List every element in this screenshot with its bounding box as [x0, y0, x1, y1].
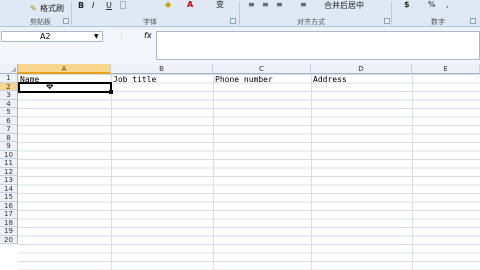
row-header-1[interactable]: 1: [0, 74, 18, 83]
formula-separator-icon: ⋮: [118, 33, 125, 41]
column-header-d[interactable]: D: [311, 64, 412, 74]
row-header-11[interactable]: 11: [0, 159, 18, 168]
group-label-font: 字体: [143, 18, 157, 26]
group-label-number: 数字: [431, 18, 445, 26]
row-header-17[interactable]: 17: [0, 210, 18, 219]
ribbon-divider: [391, 2, 392, 25]
row-header-8[interactable]: 8: [0, 133, 18, 142]
merge-center-button[interactable]: 合并后居中: [324, 1, 364, 10]
cell-b1[interactable]: Job title: [113, 75, 156, 84]
column-header-a[interactable]: A: [18, 64, 111, 74]
row-header-7[interactable]: 7: [0, 125, 18, 134]
row-header-9[interactable]: 9: [0, 142, 18, 151]
insert-function-button[interactable]: fx: [144, 31, 152, 40]
format-painter-button[interactable]: 格式刷: [40, 4, 64, 13]
font-launcher-icon[interactable]: [230, 18, 236, 24]
bold-button[interactable]: B: [78, 1, 84, 10]
ribbon-divider: [239, 2, 240, 25]
formula-input[interactable]: [156, 31, 480, 60]
cell-cursor-icon: ✥: [46, 82, 54, 92]
cell-gridlines: [18, 74, 480, 270]
active-cell-a2[interactable]: [18, 82, 113, 94]
percent-button[interactable]: %: [428, 0, 436, 9]
row-header-14[interactable]: 14: [0, 184, 18, 193]
align-left-icon[interactable]: ≡: [248, 0, 255, 9]
column-header-c[interactable]: C: [213, 64, 311, 74]
row-header-12[interactable]: 12: [0, 167, 18, 176]
align-right-icon[interactable]: ≡: [276, 0, 283, 9]
alignment-launcher-icon[interactable]: [384, 18, 390, 24]
fill-color-icon[interactable]: ◆: [165, 0, 171, 9]
ribbon-divider: [71, 2, 72, 25]
cell-d1[interactable]: Address: [313, 75, 347, 84]
group-label-clipboard: 剪贴板: [30, 18, 51, 26]
row-header-10[interactable]: 10: [0, 150, 18, 159]
row-header-4[interactable]: 4: [0, 99, 18, 108]
indent-icon[interactable]: ≡: [300, 0, 307, 9]
underline-button[interactable]: U: [106, 1, 112, 10]
phonetic-button[interactable]: 变: [216, 0, 224, 9]
borders-icon[interactable]: [120, 1, 126, 9]
row-header-5[interactable]: 5: [0, 108, 18, 117]
row-header-16[interactable]: 16: [0, 201, 18, 210]
column-header-e[interactable]: E: [412, 64, 480, 74]
row-header-19[interactable]: 19: [0, 227, 18, 236]
group-label-alignment: 对齐方式: [297, 18, 325, 26]
ribbon: ✎ 格式刷 B I U ◆ A 变 ≡ ≡ ≡ ≡ 合并后居中 $ % , 剪贴…: [0, 0, 480, 27]
name-box-value: A2: [40, 32, 51, 41]
row-header-15[interactable]: 15: [0, 193, 18, 202]
currency-button[interactable]: $: [404, 0, 410, 9]
cell-grid[interactable]: [18, 74, 480, 270]
chevron-down-icon[interactable]: ▼: [94, 32, 99, 42]
align-center-icon[interactable]: ≡: [262, 0, 269, 9]
format-painter-icon[interactable]: ✎: [30, 4, 37, 13]
font-color-button[interactable]: A: [187, 0, 193, 9]
column-header-b[interactable]: B: [111, 64, 213, 74]
fill-handle[interactable]: [109, 90, 113, 94]
row-header-2[interactable]: 2: [0, 82, 18, 91]
row-header-6[interactable]: 6: [0, 116, 18, 125]
clipboard-launcher-icon[interactable]: [63, 18, 69, 24]
name-box[interactable]: A2 ▼: [1, 31, 103, 42]
row-header-13[interactable]: 13: [0, 176, 18, 185]
cell-c1[interactable]: Phone number: [215, 75, 273, 84]
comma-style-icon[interactable]: ,: [446, 0, 449, 9]
row-header-18[interactable]: 18: [0, 218, 18, 227]
italic-button[interactable]: I: [92, 1, 94, 10]
select-all-icon: ◢: [11, 66, 16, 73]
select-all-button[interactable]: ◢: [0, 64, 18, 74]
row-header-3[interactable]: 3: [0, 91, 18, 100]
row-header-20[interactable]: 20: [0, 235, 18, 244]
number-launcher-icon[interactable]: [470, 18, 476, 24]
